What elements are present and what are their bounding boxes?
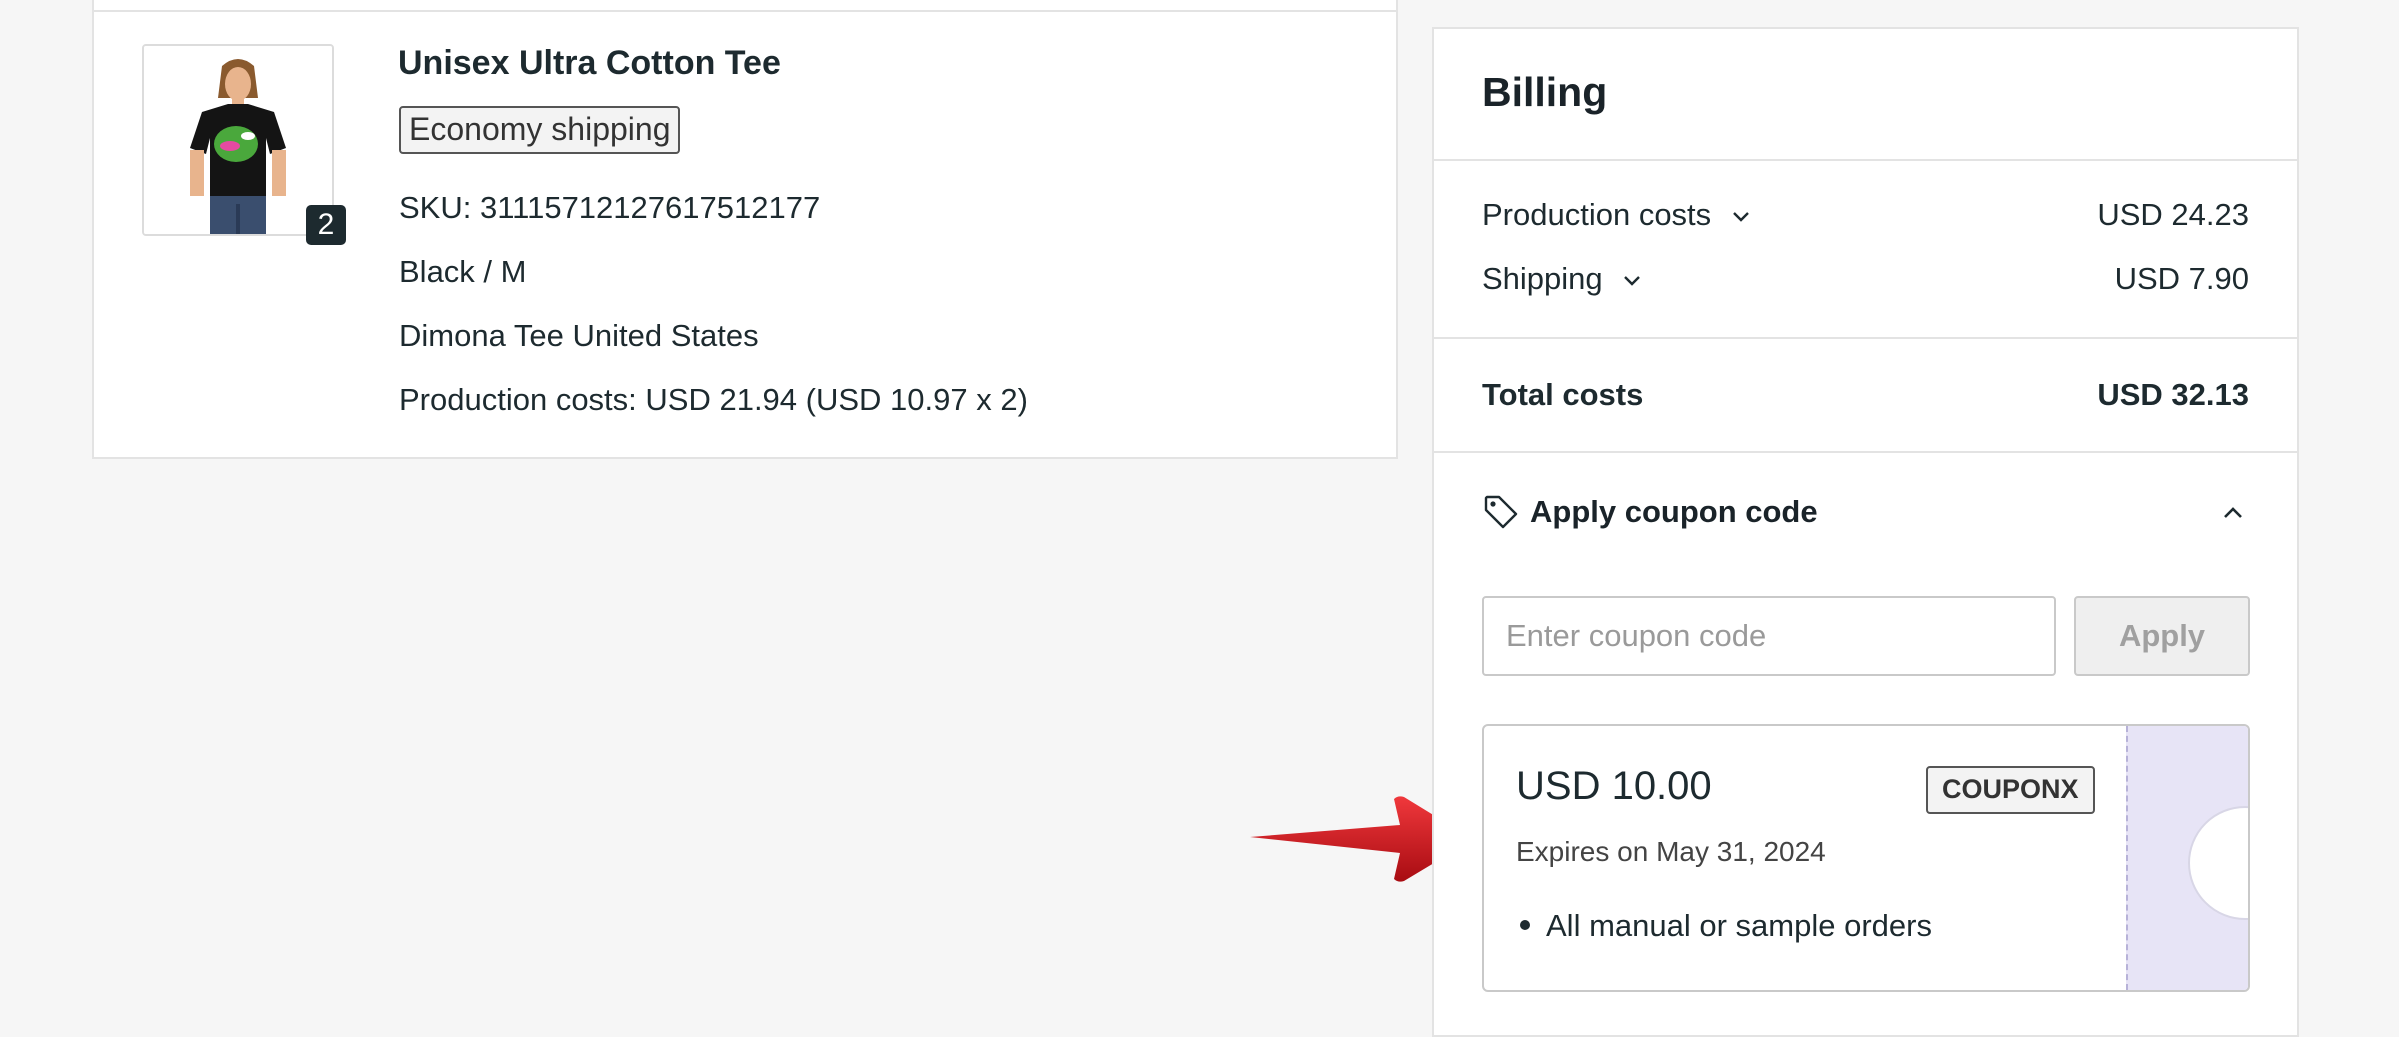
coupon-code-input[interactable]	[1482, 596, 2056, 676]
shipping-method-chip: Economy shipping	[399, 106, 681, 154]
order-item-card: 2 Unisex Ultra Cotton Tee Economy shippi…	[92, 0, 1398, 459]
item-production-costs: Production costs: USD 21.94 (USD 10.97 x…	[399, 382, 1028, 417]
divider	[1434, 159, 2297, 161]
coupon-card[interactable]: USD 10.00 COUPONX Expires on May 31, 202…	[1482, 724, 2250, 992]
apply-coupon-button[interactable]: Apply	[2074, 596, 2250, 676]
production-costs-label: Production costs	[1482, 197, 1712, 232]
chevron-down-icon	[1624, 275, 1641, 286]
divider	[1434, 451, 2297, 453]
product-variant: Black / M	[399, 254, 527, 289]
product-title[interactable]: Unisex Ultra Cotton Tee	[398, 44, 781, 83]
coupon-expiry: Expires on May 31, 2024	[1516, 836, 1826, 867]
production-costs-toggle[interactable]: Production costs	[1482, 197, 1750, 233]
product-sku: SKU: 31115712127617512177	[399, 190, 821, 225]
billing-panel: Billing Production costs USD 24.23 Shipp…	[1432, 27, 2299, 1037]
divider	[1434, 337, 2297, 339]
bullet-icon	[1520, 919, 1530, 930]
production-costs-value: USD 24.23	[2097, 197, 2249, 232]
quantity-badge: 2	[306, 205, 346, 245]
coupon-scope-text: All manual or sample orders	[1546, 908, 1932, 943]
coupon-notch	[2188, 806, 2248, 920]
chevron-down-icon	[1732, 211, 1749, 222]
tag-icon	[1484, 495, 1518, 529]
coupon-stub	[2126, 726, 2248, 990]
print-provider: Dimona Tee United States	[399, 318, 759, 353]
total-costs-value: USD 32.13	[2097, 377, 2249, 412]
shipping-label: Shipping	[1482, 261, 1603, 296]
divider	[94, 10, 1396, 12]
shipping-toggle[interactable]: Shipping	[1482, 261, 1641, 297]
product-image[interactable]	[142, 44, 334, 236]
total-costs-label: Total costs	[1482, 377, 1644, 412]
billing-title: Billing	[1482, 69, 1608, 115]
tshirt-model-image	[144, 46, 332, 234]
apply-coupon-toggle[interactable]: Apply coupon code	[1482, 487, 1818, 537]
apply-coupon-title: Apply coupon code	[1530, 494, 1818, 529]
coupon-code-badge: COUPONX	[1926, 766, 2095, 814]
shipping-value: USD 7.90	[2114, 261, 2249, 296]
coupon-scope-item: All manual or sample orders	[1516, 908, 1932, 944]
chevron-up-icon[interactable]	[2217, 497, 2249, 529]
coupon-amount: USD 10.00	[1516, 764, 1712, 808]
